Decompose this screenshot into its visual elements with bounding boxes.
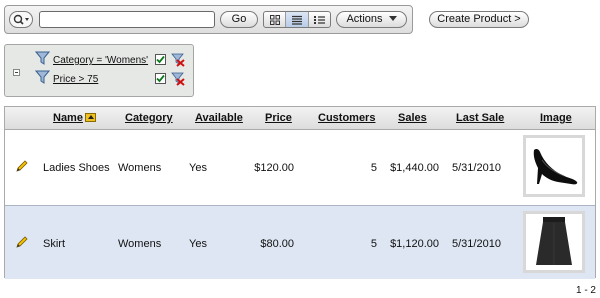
remove-filter-icon[interactable] xyxy=(171,72,185,86)
product-image-shoe[interactable] xyxy=(523,135,585,197)
table-header: Name Category Available Price Customers … xyxy=(5,107,595,130)
filter-enabled-checkbox[interactable] xyxy=(155,73,166,84)
filter-enabled-checkbox[interactable] xyxy=(155,54,166,65)
filter-funnel-icon xyxy=(35,70,50,84)
product-image-skirt[interactable] xyxy=(523,211,585,273)
icon-view-button[interactable] xyxy=(264,12,287,27)
cell-sales: $1,120.00 xyxy=(390,238,439,250)
column-header-price[interactable]: Price xyxy=(265,112,292,124)
report-view-button[interactable] xyxy=(286,12,309,27)
cell-customers: 5 xyxy=(370,238,377,250)
column-header-customers[interactable]: Customers xyxy=(318,112,375,124)
column-header-available[interactable]: Available xyxy=(195,112,243,124)
high-heel-shoe-icon xyxy=(533,148,578,185)
skirt-icon xyxy=(536,217,572,265)
remove-filter-icon[interactable] xyxy=(171,53,185,67)
check-icon xyxy=(156,55,165,64)
cell-name: Skirt xyxy=(43,238,65,250)
filter-panel: Category = 'Womens' Price > 75 xyxy=(4,44,194,97)
cell-price: $120.00 xyxy=(254,162,294,174)
column-header-category[interactable]: Category xyxy=(125,112,173,124)
cell-available: Yes xyxy=(189,162,207,174)
column-header-image[interactable]: Image xyxy=(540,112,572,124)
filter-label[interactable]: Category = 'Womens' xyxy=(53,55,148,66)
go-button[interactable]: Go xyxy=(220,11,258,28)
check-icon xyxy=(156,74,165,83)
filter-funnel-icon xyxy=(35,51,50,65)
caret-down-icon xyxy=(388,16,397,21)
sort-ascending-icon xyxy=(84,113,96,122)
cell-category: Womens xyxy=(118,162,162,174)
report-table: Name Category Available Price Customers … xyxy=(4,106,596,279)
pagination-info: 1 - 2 xyxy=(575,285,596,296)
view-mode-group xyxy=(263,11,331,28)
column-header-name[interactable]: Name xyxy=(53,112,96,124)
cell-category: Womens xyxy=(118,238,162,250)
actions-label: Actions xyxy=(346,13,383,25)
collapse-icon[interactable] xyxy=(13,69,20,76)
cell-sales: $1,440.00 xyxy=(390,162,439,174)
column-header-last-sale[interactable]: Last Sale xyxy=(456,112,504,124)
table-row: Skirt Womens Yes $80.00 5 $1,120.00 5/31… xyxy=(5,205,595,279)
actions-menu-button[interactable]: Actions xyxy=(336,11,407,28)
cell-price: $80.00 xyxy=(260,238,294,250)
cell-customers: 5 xyxy=(370,162,377,174)
create-product-button[interactable]: Create Product > xyxy=(429,11,529,28)
search-icon[interactable] xyxy=(9,11,33,28)
column-header-label: Name xyxy=(53,112,83,124)
search-toolbar: Go Actions xyxy=(4,5,413,34)
table-row: Ladies Shoes Womens Yes $120.00 5 $1,440… xyxy=(5,130,595,204)
cell-available: Yes xyxy=(189,238,207,250)
detail-view-button[interactable] xyxy=(309,12,330,27)
cell-last-sale: 5/31/2010 xyxy=(452,238,501,250)
detail-list-icon xyxy=(313,15,325,24)
cell-last-sale: 5/31/2010 xyxy=(452,162,501,174)
cell-name: Ladies Shoes xyxy=(43,162,110,174)
filter-label[interactable]: Price > 75 xyxy=(53,74,98,85)
pencil-edit-icon[interactable] xyxy=(15,160,28,173)
list-icon xyxy=(291,15,302,25)
grid-icon xyxy=(269,14,280,25)
column-header-sales[interactable]: Sales xyxy=(398,112,427,124)
search-input[interactable] xyxy=(39,11,215,28)
pencil-edit-icon[interactable] xyxy=(15,236,28,249)
